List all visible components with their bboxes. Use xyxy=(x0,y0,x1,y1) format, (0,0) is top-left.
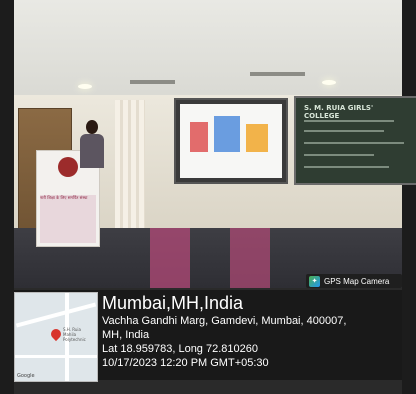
ceiling-fan xyxy=(250,72,305,76)
stage-carpet xyxy=(150,228,190,288)
ceiling-light xyxy=(322,80,336,85)
curtain xyxy=(115,100,145,230)
podium-banner: नारी शिक्षा के लिए समर्पित संस्था xyxy=(40,195,96,243)
projector-screen xyxy=(174,98,288,184)
presentation-slide xyxy=(180,104,282,178)
location-title: Mumbai,MH,India xyxy=(102,293,244,313)
location-coords: Lat 18.959783, Long 72.810260 xyxy=(102,343,258,355)
location-region: MH, India xyxy=(102,329,150,341)
ceiling-light xyxy=(78,84,92,89)
speaker xyxy=(80,120,104,168)
location-pin-icon xyxy=(48,326,64,342)
map-thumbnail: S.H. Ruia Mahila Polytechnic Google xyxy=(14,292,98,382)
ceiling xyxy=(14,0,402,100)
location-address: Vachha Gandhi Marg, Gamdevi, Mumbai, 400… xyxy=(102,315,347,327)
gps-map-camera-badge: ✦ GPS Map Camera xyxy=(306,274,402,288)
blackboard-heading: S. M. RUIA GIRLS' COLLEGE xyxy=(304,104,374,120)
college-logo xyxy=(58,157,78,177)
location-datetime: 10/17/2023 12:20 PM GMT+05:30 xyxy=(102,357,269,369)
photo: S. M. RUIA GIRLS' COLLEGE नारी शिक्षा के… xyxy=(0,0,416,394)
map-attribution: Google xyxy=(17,373,35,379)
map-camera-icon: ✦ xyxy=(309,275,320,287)
blackboard: S. M. RUIA GIRLS' COLLEGE xyxy=(294,96,416,185)
right-edge xyxy=(402,0,416,394)
stage-carpet xyxy=(230,228,270,288)
map-pin-label: S.H. Ruia Mahila Polytechnic xyxy=(63,327,86,342)
gps-badge-label: GPS Map Camera xyxy=(324,276,390,286)
ceiling-fan xyxy=(130,80,175,84)
location-info: Mumbai,MH,India Vachha Gandhi Marg, Gamd… xyxy=(102,292,400,370)
left-edge xyxy=(0,0,14,394)
